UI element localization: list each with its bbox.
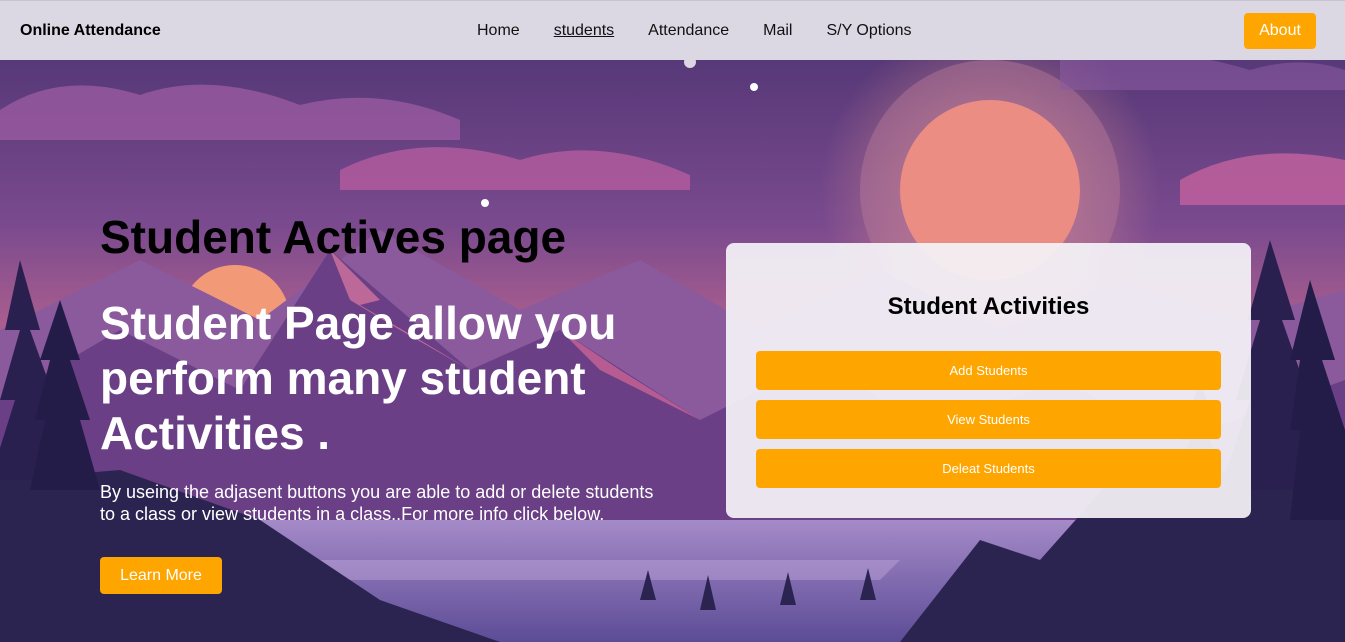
nav-link-mail[interactable]: Mail xyxy=(763,21,792,41)
nav-link-attendance[interactable]: Attendance xyxy=(648,21,729,41)
view-students-button[interactable]: View Students xyxy=(756,400,1221,439)
delete-students-button[interactable]: Deleat Students xyxy=(756,449,1221,488)
nav-links: Home students Attendance Mail S/Y Option… xyxy=(477,21,946,41)
hero-description: By useing the adjasent buttons you are a… xyxy=(100,482,654,524)
nav-link-sy-options[interactable]: S/Y Options xyxy=(826,21,911,41)
page: Online Attendance Home students Attendan… xyxy=(0,0,1345,642)
nav-link-home[interactable]: Home xyxy=(477,21,520,41)
student-activities-card: Student Activities Add Students View Stu… xyxy=(726,243,1251,518)
navbar: Online Attendance Home students Attendan… xyxy=(0,0,1345,60)
hero-subtitle: Student Page allow you perform many stud… xyxy=(100,297,617,459)
card-title: Student Activities xyxy=(887,293,1090,320)
about-button[interactable]: About xyxy=(1244,13,1316,49)
page-title: Student Actives page xyxy=(100,211,567,263)
brand-logo[interactable]: Online Attendance xyxy=(20,21,161,41)
learn-more-button[interactable]: Learn More xyxy=(100,557,222,594)
add-students-button[interactable]: Add Students xyxy=(756,351,1221,390)
nav-link-students[interactable]: students xyxy=(554,21,614,41)
